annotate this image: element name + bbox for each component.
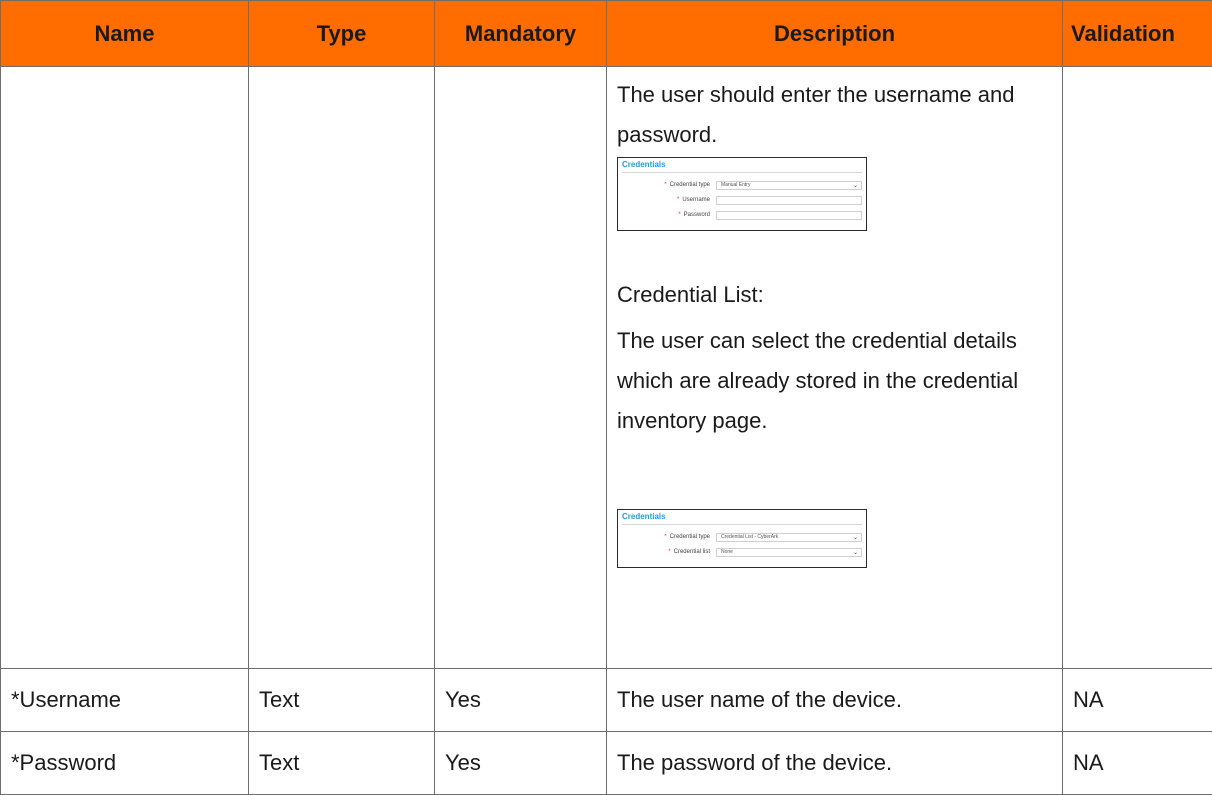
cell-mandatory: Yes (435, 732, 607, 795)
table-row: *Password Text Yes The password of the d… (1, 732, 1212, 795)
header-mandatory: Mandatory (435, 1, 607, 67)
thumb-value: None (721, 549, 733, 555)
header-type: Type (249, 1, 435, 67)
chevron-down-icon: ⌄ (853, 549, 858, 556)
thumb-select: None ⌄ (716, 548, 862, 557)
thumb-row: *Username (622, 194, 862, 206)
thumb-label: Username (682, 197, 710, 203)
cell-type: Text (249, 732, 435, 795)
cell-type-empty (249, 67, 435, 669)
header-description: Description (607, 1, 1063, 67)
cell-mandatory: Yes (435, 669, 607, 732)
cell-name: *Password (1, 732, 249, 795)
thumb-value: Manual Entry (721, 182, 750, 188)
cell-description: The password of the device. (607, 732, 1063, 795)
thumb-label: Password (684, 212, 710, 218)
cell-validation-empty (1063, 67, 1212, 669)
header-name: Name (1, 1, 249, 67)
cell-mandatory-empty (435, 67, 607, 669)
thumb-title: Credentials (622, 160, 862, 173)
cell-type: Text (249, 669, 435, 732)
thumb-row: *Password (622, 209, 862, 221)
thumb-value: Credential List - CyberArk (721, 534, 778, 540)
credentials-screenshot-list: Credentials *Credential type Credential … (617, 509, 867, 568)
cell-name-empty (1, 67, 249, 669)
desc-credential-list-heading: Credential List: (617, 275, 1052, 315)
cell-validation: NA (1063, 669, 1212, 732)
chevron-down-icon: ⌄ (853, 534, 858, 541)
table-row: *Username Text Yes The user name of the … (1, 669, 1212, 732)
thumb-label: Credential type (670, 534, 710, 540)
thumb-input (716, 196, 862, 205)
thumb-label: Credential type (670, 182, 710, 188)
table-header-row: Name Type Mandatory Description Validati… (1, 1, 1212, 67)
chevron-down-icon: ⌄ (853, 182, 858, 189)
thumb-select: Manual Entry ⌄ (716, 181, 862, 190)
thumb-row: *Credential list None⌄ (622, 546, 862, 558)
thumb-input (716, 211, 862, 220)
thumb-title: Credentials (622, 512, 862, 525)
thumb-row: *Credential type Manual Entry⌄ (622, 179, 862, 191)
cell-description: The user should enter the username and p… (607, 67, 1063, 669)
credentials-screenshot-manual: Credentials *Credential type Manual Entr… (617, 157, 867, 231)
thumb-row: *Credential type Credential List - Cyber… (622, 531, 862, 543)
cell-description: The user name of the device. (607, 669, 1063, 732)
header-validation: Validation (1063, 1, 1212, 67)
cell-name: *Username (1, 669, 249, 732)
table-row: The user should enter the username and p… (1, 67, 1212, 669)
thumb-label: Credential list (674, 549, 710, 555)
thumb-select: Credential List - CyberArk ⌄ (716, 533, 862, 542)
desc-manual-entry: The user should enter the username and p… (617, 75, 1052, 155)
cell-validation: NA (1063, 732, 1212, 795)
desc-credential-list: The user can select the credential detai… (617, 321, 1052, 441)
parameter-table: Name Type Mandatory Description Validati… (0, 0, 1212, 795)
